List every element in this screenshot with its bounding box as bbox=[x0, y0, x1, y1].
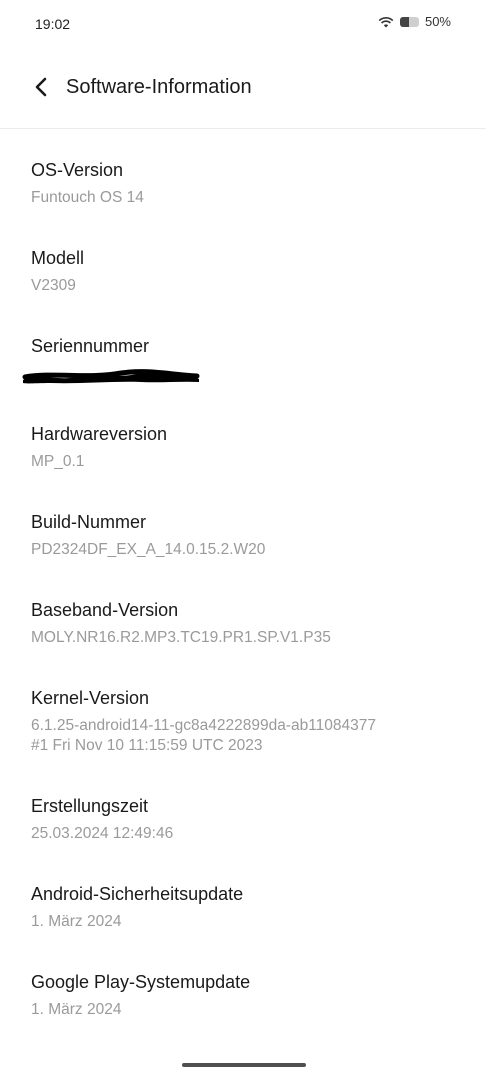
item-value: MOLY.NR16.R2.MP3.TC19.PR1.SP.V1.P35 bbox=[31, 629, 331, 646]
item-value: Funtouch OS 14 bbox=[31, 189, 144, 206]
list-item-serial-number[interactable]: Seriennummer bbox=[22, 334, 466, 422]
item-value: 25.03.2024 12:49:46 bbox=[31, 825, 174, 842]
battery-percent: 50% bbox=[424, 14, 451, 29]
item-value: MP_0.1 bbox=[31, 453, 85, 470]
item-label: Build-Nummer bbox=[31, 512, 147, 532]
item-value: PD2324DF_EX_A_14.0.15.2.W20 bbox=[31, 541, 266, 558]
item-value: 6.1.25-android14-11-gc8a4222899da-ab1108… bbox=[31, 717, 377, 754]
list-item-build-time[interactable]: Erstellungszeit 25.03.2024 12:49:46 bbox=[31, 794, 466, 882]
list-item-baseband-version[interactable]: Baseband-Version MOLY.NR16.R2.MP3.TC19.P… bbox=[31, 598, 466, 686]
item-value: 1. März 2024 bbox=[31, 1001, 122, 1018]
item-label: OS-Version bbox=[31, 160, 124, 180]
item-label: Hardwareversion bbox=[31, 424, 168, 444]
item-label: Kernel-Version bbox=[31, 688, 150, 708]
software-info-list: OS-Version Funtouch OS 14 Modell V2309 S… bbox=[22, 158, 466, 1058]
status-bar: 19:02 50% bbox=[0, 0, 486, 48]
item-label: Modell bbox=[31, 248, 85, 268]
list-item-build-number[interactable]: Build-Nummer PD2324DF_EX_A_14.0.15.2.W20 bbox=[31, 510, 466, 598]
list-item-hardware-version[interactable]: Hardwareversion MP_0.1 bbox=[31, 422, 466, 510]
item-label: Seriennummer bbox=[31, 336, 150, 356]
list-item-model[interactable]: Modell V2309 bbox=[31, 246, 466, 334]
app-header: Software-Information bbox=[0, 58, 486, 120]
item-value: 1. März 2024 bbox=[31, 913, 122, 930]
page-title: Software-Information bbox=[66, 76, 252, 98]
list-item-os-version[interactable]: OS-Version Funtouch OS 14 bbox=[31, 158, 466, 246]
status-time: 19:02 bbox=[35, 16, 71, 32]
item-label: Android-Sicherheitsupdate bbox=[31, 884, 244, 904]
header-divider bbox=[0, 128, 486, 129]
back-button[interactable] bbox=[26, 74, 56, 104]
item-label: Erstellungszeit bbox=[31, 796, 149, 816]
status-icons: 50% bbox=[378, 14, 451, 29]
item-value: V2309 bbox=[31, 277, 76, 294]
list-item-kernel-version[interactable]: Kernel-Version 6.1.25-android14-11-gc8a4… bbox=[31, 686, 466, 794]
redaction-scribble bbox=[22, 369, 200, 384]
battery-icon bbox=[399, 16, 419, 27]
chevron-left-icon bbox=[34, 77, 48, 102]
list-item-google-play-update[interactable]: Google Play-Systemupdate 1. März 2024 bbox=[31, 970, 466, 1058]
list-item-security-update[interactable]: Android-Sicherheitsupdate 1. März 2024 bbox=[31, 882, 466, 970]
gesture-nav-handle[interactable] bbox=[182, 1063, 306, 1067]
item-label: Baseband-Version bbox=[31, 600, 179, 620]
item-label: Google Play-Systemupdate bbox=[31, 972, 251, 992]
wifi-icon bbox=[378, 16, 394, 28]
